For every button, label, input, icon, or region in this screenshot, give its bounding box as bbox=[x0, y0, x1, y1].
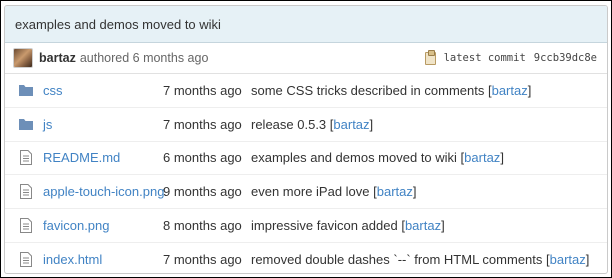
latest-commit-label: latest commit bbox=[443, 52, 526, 64]
commit-message-text: some CSS tricks described in comments bbox=[251, 82, 485, 98]
file-name-link[interactable]: README.md bbox=[43, 150, 163, 165]
file-icon bbox=[18, 184, 34, 200]
table-row: css 7 months ago some CSS tricks describ… bbox=[5, 74, 607, 108]
file-age: 7 months ago bbox=[163, 82, 242, 98]
file-icon bbox=[18, 150, 34, 166]
commit-hash[interactable]: 9ccb39dc8e bbox=[534, 52, 597, 64]
authored-time: authored 6 months ago bbox=[79, 51, 209, 65]
file-commit-message: some CSS tricks described in comments [b… bbox=[251, 82, 532, 98]
folder-icon bbox=[18, 82, 34, 98]
file-commit-message: release 0.5.3 [bartaz] bbox=[251, 116, 374, 132]
latest-commit-info: latest commit 9ccb39dc8e bbox=[424, 43, 597, 73]
table-row: index.html 7 months ago removed double d… bbox=[5, 243, 607, 273]
commit-message-text: impressive favicon added bbox=[251, 218, 398, 234]
commit-message-bar: examples and demos moved to wiki bbox=[5, 6, 607, 43]
file-icon bbox=[18, 251, 34, 267]
table-row: apple-touch-icon.png 9 months ago even m… bbox=[5, 175, 607, 210]
file-name-link[interactable]: favicon.png bbox=[43, 218, 163, 233]
commit-author[interactable]: bartaz bbox=[39, 51, 76, 65]
file-age: 8 months ago bbox=[163, 218, 242, 234]
file-browser: examples and demos moved to wiki bartaz … bbox=[4, 5, 608, 274]
commit-message-text: removed double dashes `--` from HTML com… bbox=[251, 251, 543, 267]
table-row: favicon.png 8 months ago impressive favi… bbox=[5, 209, 607, 243]
author-link[interactable]: bartaz bbox=[464, 150, 500, 165]
commit-message-text: examples and demos moved to wiki bbox=[251, 150, 457, 166]
commit-message-text: even more iPad love bbox=[251, 184, 370, 200]
file-name-link[interactable]: index.html bbox=[43, 252, 163, 267]
file-age: 6 months ago bbox=[163, 150, 242, 166]
file-icon bbox=[18, 218, 34, 234]
file-list: css 7 months ago some CSS tricks describ… bbox=[5, 74, 607, 273]
table-row: js 7 months ago release 0.5.3 [bartaz] bbox=[5, 108, 607, 142]
file-name-link[interactable]: js bbox=[43, 117, 163, 132]
clipboard-icon[interactable] bbox=[424, 49, 436, 65]
author-link[interactable]: bartaz bbox=[377, 184, 413, 199]
file-commit-message: removed double dashes `--` from HTML com… bbox=[251, 251, 590, 267]
author-link[interactable]: bartaz bbox=[333, 117, 369, 132]
commit-message[interactable]: examples and demos moved to wiki bbox=[15, 17, 221, 32]
avatar[interactable] bbox=[13, 48, 33, 68]
commit-message-text: release 0.5.3 bbox=[251, 116, 327, 132]
file-age: 7 months ago bbox=[163, 116, 242, 132]
author-link[interactable]: bartaz bbox=[550, 252, 586, 267]
file-name-link[interactable]: apple-touch-icon.png bbox=[43, 184, 164, 199]
file-age: 7 months ago bbox=[163, 251, 242, 267]
file-name-link[interactable]: css bbox=[43, 83, 163, 98]
file-commit-message: even more iPad love [bartaz] bbox=[251, 184, 417, 200]
author-link[interactable]: bartaz bbox=[492, 83, 528, 98]
file-commit-message: impressive favicon added [bartaz] bbox=[251, 218, 445, 234]
folder-icon bbox=[18, 116, 34, 132]
file-age: 9 months ago bbox=[163, 184, 242, 200]
screenshot-frame: examples and demos moved to wiki bartaz … bbox=[0, 0, 612, 278]
author-link[interactable]: bartaz bbox=[405, 218, 441, 233]
table-row: README.md 6 months ago examples and demo… bbox=[5, 142, 607, 176]
commit-meta-bar: bartaz authored 6 months ago latest comm… bbox=[5, 43, 607, 74]
file-commit-message: examples and demos moved to wiki [bartaz… bbox=[251, 150, 504, 166]
